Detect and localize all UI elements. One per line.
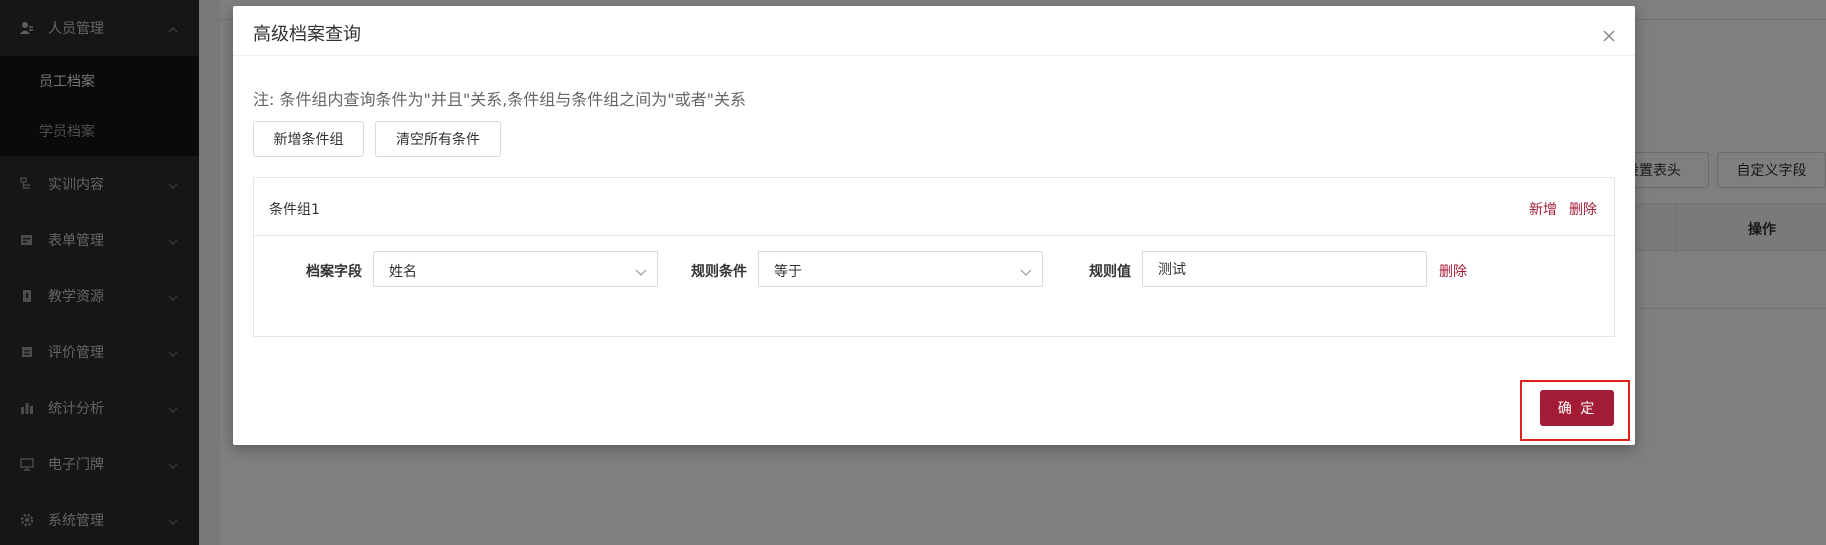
query-note: 注: 条件组内查询条件为"并且"关系,条件组与条件组之间为"或者"关系 xyxy=(253,90,747,109)
condition-group-title: 条件组1 xyxy=(269,202,320,218)
rule-value-label: 规则值 xyxy=(1089,264,1131,280)
rule-condition-label: 规则条件 xyxy=(691,264,747,280)
add-condition-group-button[interactable]: 新增条件组 xyxy=(253,121,364,157)
archive-field-value: 姓名 xyxy=(389,264,417,280)
delete-condition-link[interactable]: 删除 xyxy=(1439,261,1467,281)
rule-value-input[interactable] xyxy=(1142,251,1427,287)
dialog-header: 高级档案查询 xyxy=(233,6,1635,56)
add-condition-link[interactable]: 新增 xyxy=(1529,199,1557,219)
archive-field-label: 档案字段 xyxy=(306,264,362,280)
rule-condition-select[interactable]: 等于 xyxy=(758,251,1043,287)
delete-group-link[interactable]: 删除 xyxy=(1569,199,1597,219)
rule-condition-value: 等于 xyxy=(774,264,802,280)
chevron-down-icon xyxy=(635,265,647,276)
highlight-box xyxy=(1520,380,1630,441)
dialog-title: 高级档案查询 xyxy=(253,24,361,45)
condition-group: 条件组1 新增 删除 档案字段 姓名 规则条件 等于 规则值 删除 xyxy=(253,177,1615,337)
clear-all-conditions-button[interactable]: 清空所有条件 xyxy=(375,121,501,157)
advanced-query-dialog: 高级档案查询 注: 条件组内查询条件为"并且"关系,条件组与条件组之间为"或者"… xyxy=(233,6,1635,445)
close-icon[interactable] xyxy=(1601,28,1617,44)
clear-all-conditions-label: 清空所有条件 xyxy=(396,132,480,148)
condition-group-header: 条件组1 新增 删除 xyxy=(254,178,1614,236)
chevron-down-icon xyxy=(1020,265,1032,276)
archive-field-select[interactable]: 姓名 xyxy=(373,251,658,287)
add-condition-group-label: 新增条件组 xyxy=(273,132,344,148)
